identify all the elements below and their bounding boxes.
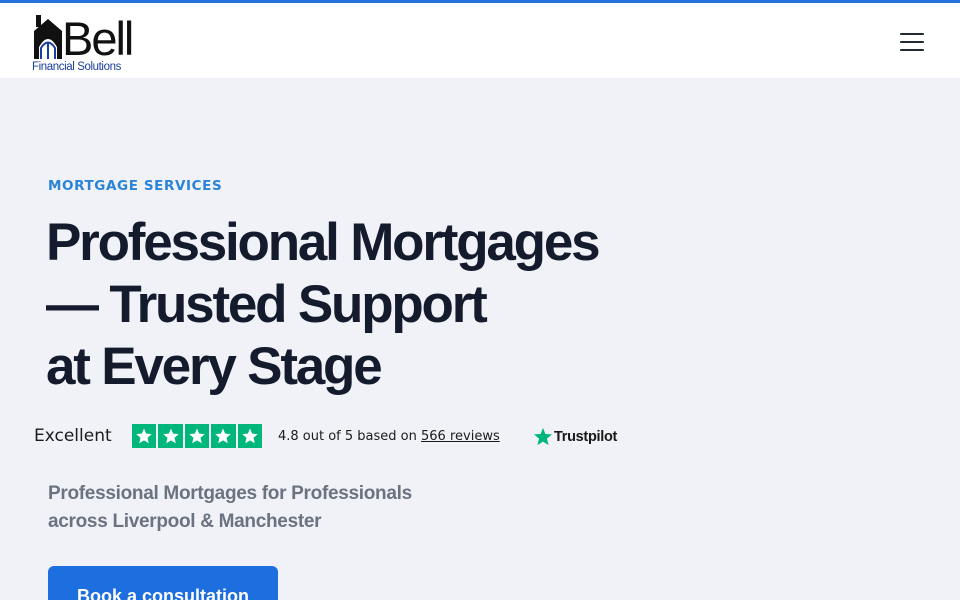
bell-logo[interactable]: Bell Financial Solutions [30, 11, 144, 78]
trustpilot-stars [132, 424, 262, 448]
star-icon [211, 424, 236, 448]
trustpilot-brand-name: Trustpilot [554, 429, 618, 445]
subtext-line: across Liverpool & Manchester [48, 511, 322, 532]
hero-headline: Professional Mortgages — Trusted Support… [46, 212, 646, 398]
site-header: Bell Financial Solutions [0, 3, 960, 78]
house-logo-icon [34, 15, 62, 59]
star-icon [237, 424, 262, 448]
logo-wordmark: Bell [62, 12, 134, 65]
headline-line: at Every Stage [46, 337, 383, 396]
star-icon [158, 424, 183, 448]
subtext-line: Professional Mortgages for Professionals [48, 483, 412, 504]
trustpilot-star-icon [533, 427, 553, 446]
trustpilot-rating-word: Excellent [34, 426, 112, 446]
trustpilot-score-text: 4.8 out of 5 based on [278, 429, 417, 444]
book-consultation-button[interactable]: Book a consultation [48, 566, 278, 600]
trustpilot-reviews-link[interactable]: 566 reviews [421, 429, 500, 444]
trustpilot-widget[interactable]: Excellent 4.8 out of 5 based on 566 revi… [34, 424, 634, 450]
logo-tagline: Financial Solutions [32, 61, 121, 73]
star-icon [184, 424, 210, 448]
hamburger-icon-line [900, 41, 924, 43]
hamburger-menu-button[interactable] [896, 29, 928, 55]
trustpilot-brand[interactable]: Trustpilot [533, 426, 617, 448]
headline-line: Professional Mortgages [46, 213, 601, 272]
hamburger-icon-line [900, 33, 924, 35]
hamburger-icon-line [900, 49, 924, 51]
star-icon [132, 424, 157, 448]
hero-subtext: Professional Mortgages for Professionals… [48, 480, 468, 536]
headline-line: — Trusted Support [46, 275, 488, 334]
hero-eyebrow: MORTGAGE SERVICES [48, 178, 223, 194]
trustpilot-score: 4.8 out of 5 based on 566 reviews [278, 429, 500, 444]
